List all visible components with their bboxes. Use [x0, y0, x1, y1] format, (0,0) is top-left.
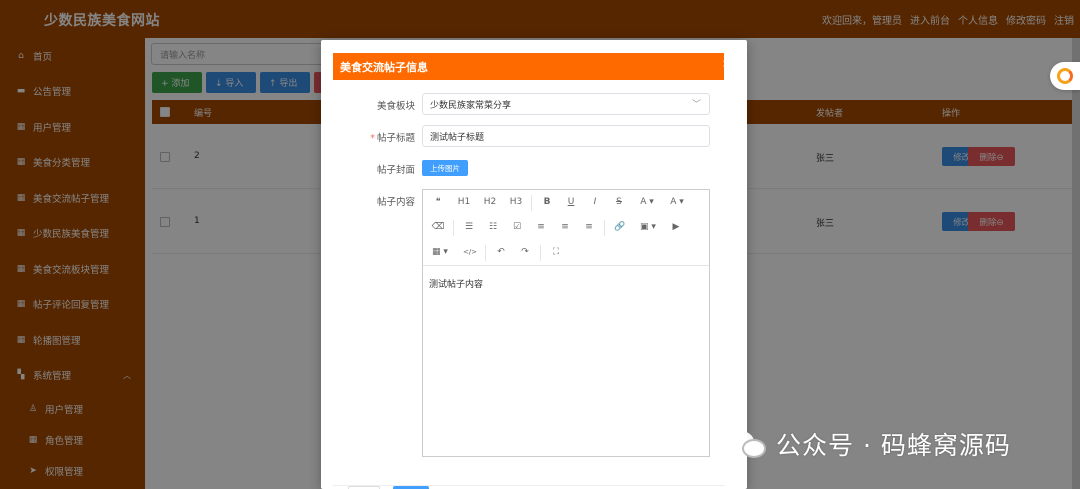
- watermark: 公众号 · 码蜂窝源码: [728, 426, 1011, 462]
- chevron-down-icon: ﹀: [691, 100, 701, 110]
- heading3-button[interactable]: H3: [507, 193, 525, 211]
- bullet-list-icon[interactable]: ☰: [460, 218, 478, 236]
- wechat-icon: [728, 429, 768, 459]
- watermark-text: 公众号 · 码蜂窝源码: [776, 431, 1011, 460]
- editor-content[interactable]: 测试帖子内容: [429, 277, 483, 290]
- rich-text-editor[interactable]: ❝ H1 H2 H3 B U I S A ▾ A ▾ ⌫ ☰ ☷ ☑ ≡ ≡ ≡…: [422, 189, 710, 457]
- title-label-text: 帖子标题: [376, 133, 415, 144]
- editor-toolbar: ❝ H1 H2 H3 B U I S A ▾ A ▾ ⌫ ☰ ☷ ☑ ≡ ≡ ≡…: [423, 190, 709, 266]
- loading-ring-icon: [1057, 68, 1073, 84]
- table-icon[interactable]: ▦ ▾: [429, 243, 451, 261]
- background-color-icon[interactable]: A ▾: [666, 193, 688, 211]
- numbered-list-icon[interactable]: ☷: [484, 218, 502, 236]
- board-label: 美食板块: [376, 101, 415, 112]
- upload-image-button[interactable]: 上传图片: [422, 160, 468, 176]
- title-label: * 帖子标题: [370, 130, 415, 144]
- video-icon[interactable]: ▶: [667, 218, 685, 236]
- board-select-value: 少数民族家常菜分享: [430, 100, 512, 111]
- toolbar-divider: [604, 220, 605, 236]
- align-left-icon[interactable]: ≡: [532, 218, 550, 236]
- undo-icon[interactable]: ↶: [492, 243, 510, 261]
- italic-icon[interactable]: I: [586, 193, 604, 211]
- clear-format-icon[interactable]: ⌫: [429, 218, 447, 236]
- cover-label: 帖子封面: [376, 165, 415, 176]
- image-icon[interactable]: ▣ ▾: [637, 218, 659, 236]
- content-label: 帖子内容: [376, 197, 415, 208]
- underline-icon[interactable]: U: [562, 193, 580, 211]
- font-color-icon[interactable]: A ▾: [636, 193, 658, 211]
- post-edit-dialog: 美食交流帖子信息 × 美食板块 少数民族家常菜分享 ﹀ * 帖子标题 测试帖子标题…: [321, 40, 747, 489]
- todo-list-icon[interactable]: ☑: [508, 218, 526, 236]
- redo-icon[interactable]: ↷: [516, 243, 534, 261]
- heading2-button[interactable]: H2: [481, 193, 499, 211]
- board-select[interactable]: 少数民族家常菜分享 ﹀: [422, 93, 710, 115]
- title-input[interactable]: 测试帖子标题: [422, 125, 710, 147]
- dialog-footer: [333, 485, 725, 489]
- dialog-title: 美食交流帖子信息: [333, 53, 724, 80]
- code-icon[interactable]: </>: [461, 243, 479, 261]
- fullscreen-icon[interactable]: ⛶: [547, 243, 565, 261]
- toolbar-divider: [453, 220, 454, 236]
- toolbar-divider: [540, 245, 541, 261]
- blockquote-icon[interactable]: ❝: [429, 193, 447, 211]
- close-icon[interactable]: ×: [722, 57, 731, 70]
- floating-widget[interactable]: [1050, 62, 1080, 90]
- required-mark: *: [370, 133, 375, 144]
- strikethrough-icon[interactable]: S: [610, 193, 628, 211]
- align-center-icon[interactable]: ≡: [556, 218, 574, 236]
- bold-icon[interactable]: B: [538, 193, 556, 211]
- toolbar-divider: [531, 195, 532, 211]
- link-icon[interactable]: 🔗: [611, 218, 629, 236]
- align-right-icon[interactable]: ≡: [580, 218, 598, 236]
- toolbar-divider: [485, 245, 486, 261]
- heading1-button[interactable]: H1: [455, 193, 473, 211]
